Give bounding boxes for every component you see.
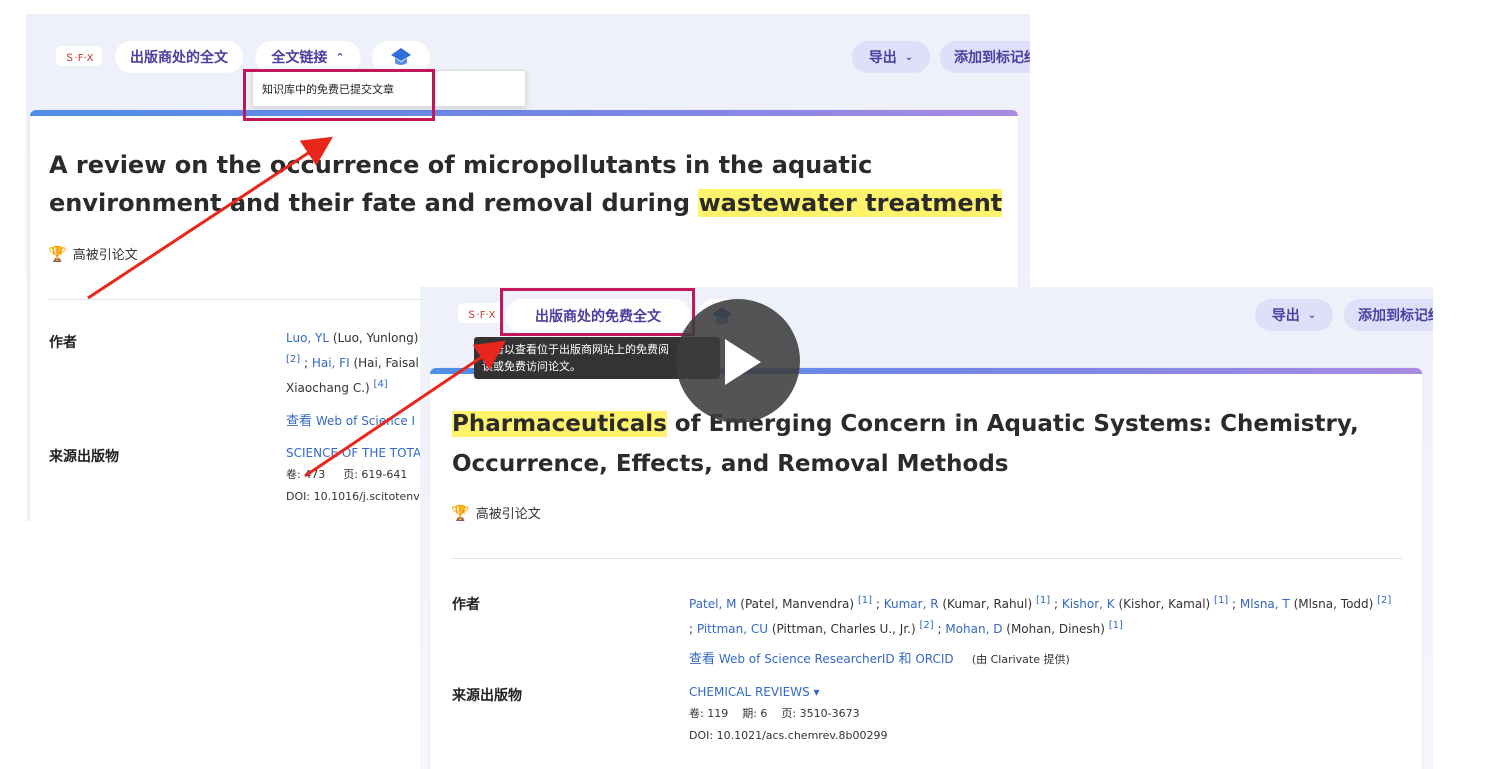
arrow-to-free-full-text	[304, 340, 506, 478]
arrow-to-dropdown	[87, 136, 334, 300]
annotation-arrows	[87, 136, 506, 478]
